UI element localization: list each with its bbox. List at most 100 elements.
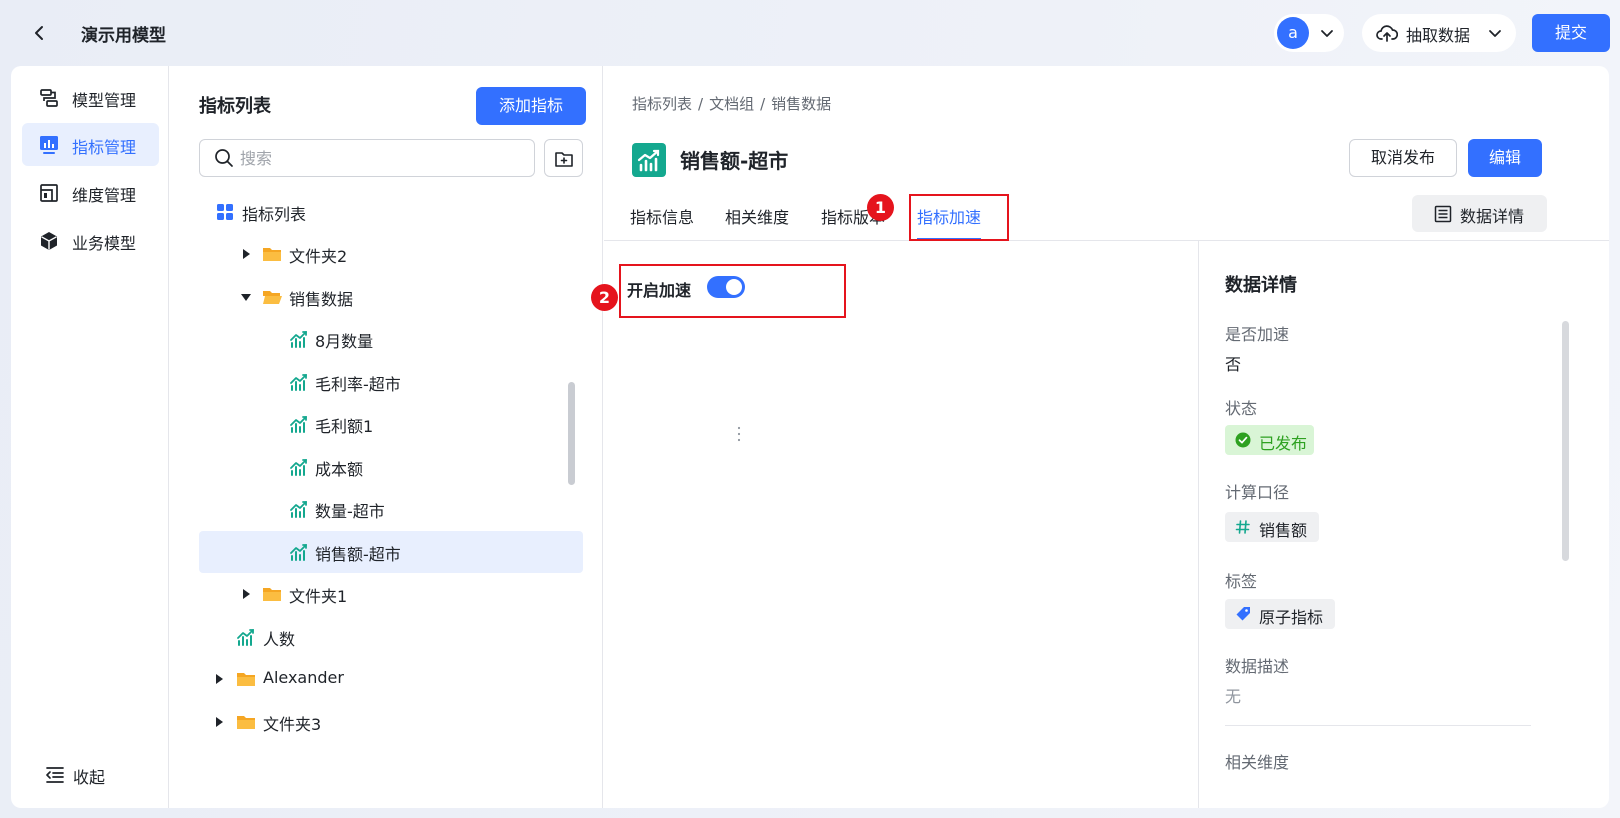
- cube-icon: [41, 232, 57, 250]
- folder-open-icon: [263, 291, 282, 304]
- chevron-down-icon: [1489, 30, 1501, 37]
- breadcrumb-item[interactable]: 指标列表: [632, 95, 692, 113]
- nav-item-model-management[interactable]: 模型管理: [22, 76, 159, 119]
- nav-item-metric-management[interactable]: 指标管理: [22, 123, 159, 166]
- extract-data-button[interactable]: 抽取数据: [1362, 14, 1516, 52]
- calculation-field-tag: 销售额: [1225, 512, 1319, 542]
- tree-item-metric[interactable]: 成本额: [199, 446, 583, 488]
- new-folder-button[interactable]: [544, 139, 583, 177]
- metric-chart-icon: [290, 544, 307, 561]
- tree-item-metric-selected[interactable]: 销售额-超市: [199, 531, 583, 573]
- grid-icon: [217, 204, 233, 220]
- tree-item-label: 文件夹3: [263, 715, 322, 734]
- metric-tree-panel: 指标列表 添加指标 指标列表 文件夹2 销售数据 8月数量: [170, 66, 741, 808]
- tree-item-label: 数量-超市: [315, 502, 385, 521]
- search-input[interactable]: [240, 146, 520, 170]
- tree-item-folder[interactable]: 文件夹3: [199, 701, 583, 743]
- extract-data-label: 抽取数据: [1406, 26, 1471, 45]
- acceleration-field-label: 是否加速: [1225, 325, 1290, 344]
- search-box[interactable]: [199, 139, 535, 177]
- tree-item-metric[interactable]: 人数: [199, 616, 583, 658]
- tree-item-label: 人数: [263, 630, 296, 649]
- edit-button[interactable]: 编辑: [1468, 139, 1542, 177]
- metric-title: 销售额-超市: [680, 149, 789, 173]
- tree-item-folder[interactable]: 文件夹2: [199, 233, 583, 275]
- panel-scrollbar[interactable]: [1562, 321, 1569, 561]
- tree-item-label: 毛利率-超市: [315, 375, 401, 394]
- chevron-down-icon: [1321, 30, 1333, 37]
- calculation-field-value: 销售额: [1259, 521, 1308, 540]
- description-field-label: 数据描述: [1225, 657, 1290, 676]
- tree-item-label: 成本额: [315, 460, 364, 479]
- breadcrumb-item[interactable]: 文档组: [709, 95, 754, 113]
- search-icon: [215, 149, 233, 167]
- tree-item-metric[interactable]: 8月数量: [199, 318, 583, 360]
- tree-item-label: 文件夹1: [289, 587, 348, 606]
- tree-item-metric[interactable]: 数量-超市: [199, 488, 583, 530]
- left-nav: 模型管理 指标管理 维度管理 业务模型 收起: [11, 66, 169, 808]
- caret-right-icon[interactable]: [213, 673, 225, 685]
- annotation-marker-2: 2: [591, 284, 618, 311]
- metric-chart-icon: [237, 629, 254, 646]
- main-panel: 模型管理 指标管理 维度管理 业务模型 收起 指标列表 添加指标 搜索 指标列表…: [11, 66, 1609, 808]
- caret-right-icon[interactable]: [240, 588, 252, 600]
- tree-item-folder[interactable]: 文件夹1: [199, 573, 583, 615]
- caret-right-icon[interactable]: [213, 716, 225, 728]
- chevron-left-icon: [35, 26, 43, 40]
- nav-item-dimension-management[interactable]: 维度管理: [22, 171, 159, 214]
- data-details-panel: 数据详情 是否加速 否 状态 已发布 计算口径 销售额 标签 原子指标 数据描述…: [1198, 241, 1609, 808]
- back-button[interactable]: [27, 20, 53, 46]
- submit-button[interactable]: 提交: [1532, 14, 1610, 52]
- caret-down-icon[interactable]: [240, 291, 252, 303]
- tree-item-metric[interactable]: 毛利额1: [199, 403, 583, 445]
- metric-badge-icon: [632, 143, 666, 177]
- status-badge: 已发布: [1225, 425, 1314, 455]
- collapse-icon: [46, 767, 64, 783]
- folder-icon: [237, 716, 255, 729]
- tab-related-dimensions[interactable]: 相关维度: [725, 204, 789, 228]
- tab-metric-info[interactable]: 指标信息: [630, 204, 694, 228]
- tree-item-label: 毛利额1: [315, 417, 374, 436]
- folder-add-icon: [555, 152, 573, 167]
- tree-item-folder[interactable]: 销售数据: [199, 276, 583, 318]
- description-field-value: 无: [1225, 687, 1242, 706]
- annotation-box-1: [909, 194, 1009, 241]
- unpublish-button[interactable]: 取消发布: [1349, 139, 1457, 177]
- tree-item-label: Alexander: [263, 668, 344, 687]
- tree-item-folder[interactable]: Alexander: [199, 658, 583, 700]
- section-divider: [1225, 725, 1531, 726]
- top-bar: 演示用模型 a 抽取数据 提交: [0, 0, 1620, 66]
- data-details-label: 数据详情: [1460, 207, 1525, 226]
- calculation-field-label: 计算口径: [1225, 483, 1290, 502]
- nav-item-label: 指标管理: [72, 138, 137, 157]
- add-metric-button[interactable]: 添加指标: [476, 87, 586, 125]
- tree-item-label: 8月数量: [315, 332, 374, 351]
- collapse-label: 收起: [73, 768, 106, 787]
- metric-chart-icon: [290, 501, 307, 518]
- user-menu[interactable]: a: [1274, 14, 1344, 52]
- data-details-button[interactable]: 数据详情: [1412, 195, 1547, 232]
- tree-item-label: 指标列表: [242, 205, 307, 224]
- avatar[interactable]: a: [1277, 17, 1309, 49]
- collapse-button[interactable]: 收起: [45, 762, 145, 788]
- panel-title: 指标列表: [199, 96, 271, 117]
- app-title: 演示用模型: [81, 26, 166, 46]
- tree-item-root[interactable]: 指标列表: [199, 191, 583, 233]
- metric-chart-icon: [290, 416, 307, 433]
- nav-item-label: 维度管理: [72, 186, 137, 205]
- tree-scrollbar[interactable]: [568, 382, 575, 485]
- cloud-upload-icon: [1376, 25, 1398, 42]
- nav-item-business-model[interactable]: 业务模型: [22, 219, 159, 262]
- breadcrumb-item[interactable]: 销售数据: [771, 95, 831, 113]
- acceleration-field-value: 否: [1225, 355, 1242, 374]
- caret-right-icon[interactable]: [240, 248, 252, 260]
- tag-field-label: 标签: [1225, 572, 1258, 591]
- tree-item-metric[interactable]: 毛利率-超市: [199, 361, 583, 403]
- annotation-marker-1: 1: [867, 194, 894, 221]
- tag-icon: [1236, 607, 1250, 621]
- folder-icon: [263, 248, 281, 261]
- breadcrumb-separator: /: [698, 95, 704, 113]
- annotation-box-2: [619, 264, 846, 318]
- folder-icon: [237, 673, 255, 686]
- tag-badge: 原子指标: [1225, 599, 1335, 629]
